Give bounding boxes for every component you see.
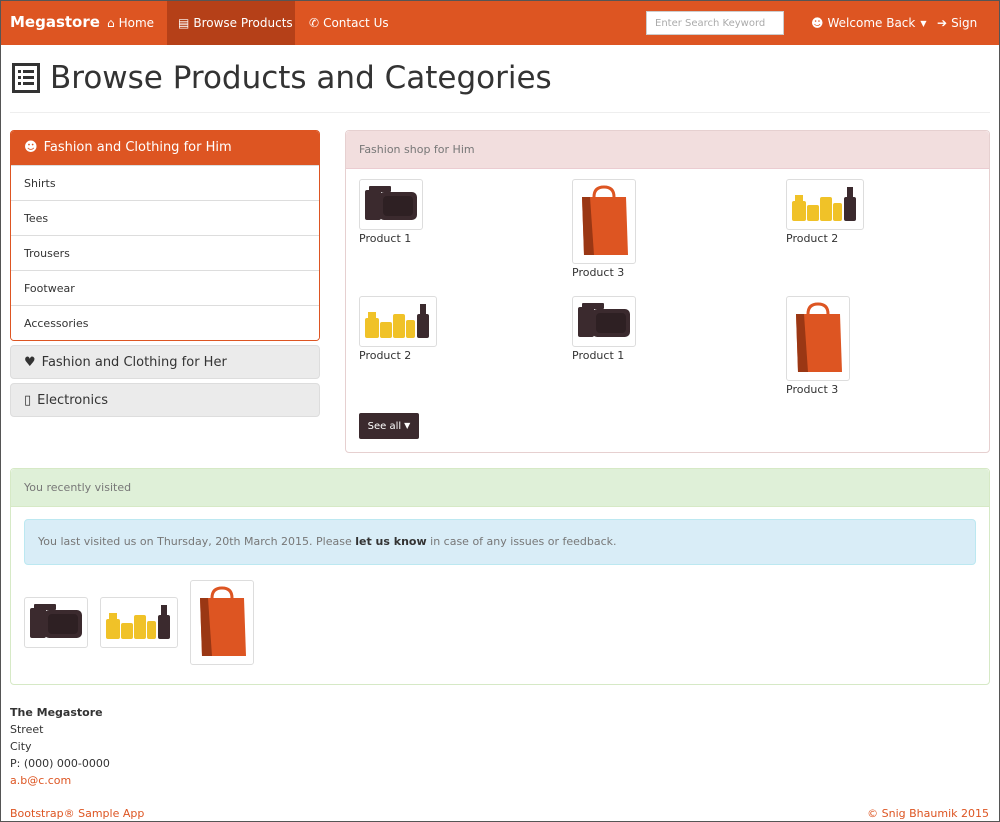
shopping-bag-icon [796,302,842,372]
product-name[interactable]: Product 3 [572,266,636,279]
recent-item-thumbnail[interactable] [190,580,254,665]
caret-down-icon: ▼ [920,18,927,28]
footer-phone: P: (000) 000-0000 [10,757,110,770]
recent-panel: You recently visited You last visited us… [10,468,990,685]
subcategory-item-footwear[interactable]: Footwear [11,270,319,305]
login-icon: ➔ [937,16,948,30]
footer-company: The Megastore [10,706,103,719]
footer-address: The Megastore Street City P: (000) 000-0… [10,704,110,789]
product-card[interactable]: Product 2 [359,296,437,362]
category-label-him: Fashion and Clothing for Him [43,140,232,155]
recent-item-thumbnail[interactable] [24,597,88,648]
footer-email-link[interactable]: a.b@c.com [10,772,110,789]
product-name[interactable]: Product 1 [359,232,423,245]
caret-down-icon: ▼ [404,421,411,430]
category-label-electronics: Electronics [37,393,109,408]
subcategory-item-shirts[interactable]: Shirts [11,165,319,200]
category-header-her[interactable]: ♥ Fashion and Clothing for Her [10,345,320,379]
product-name[interactable]: Product 1 [572,349,636,362]
product-card[interactable]: Product 3 [786,296,850,396]
product-name[interactable]: Product 2 [786,232,864,245]
gift-icon: ▤ [178,16,190,30]
footer-street: Street [10,723,44,736]
product-thumbnail[interactable] [359,296,437,347]
product-thumbnail[interactable] [572,296,636,347]
alert-text-prefix: You last visited us on Thursday, 20th Ma… [38,535,356,548]
shop-panel-heading: Fashion shop for Him [346,131,989,169]
welcome-dropdown[interactable]: ☻ Welcome Back ▼ [801,1,937,45]
bottles-icon [365,304,429,338]
search-input[interactable] [646,11,784,35]
see-all-button[interactable]: See all ▼ [359,413,419,439]
list-icon [12,63,40,93]
shopping-bag-icon [200,586,246,656]
phone-device-icon: ▯ [24,393,32,408]
camera-bag-icon [365,186,417,220]
user-icon: ☻ [24,140,38,155]
product-name[interactable]: Product 2 [359,349,437,362]
nav-home[interactable]: ⌂ Home [97,1,164,45]
product-thumbnail[interactable] [572,179,636,264]
bottles-icon [106,605,170,639]
camera-bag-icon [30,604,82,638]
subcategory-item-trousers[interactable]: Trousers [11,235,319,270]
category-panel-him: ☻ Fashion and Clothing for Him Shirts Tee… [10,130,320,341]
footer-city: City [10,740,32,753]
nav-contact-label: Contact Us [323,16,389,30]
shop-panel: Fashion shop for Him Product 1 Product 3 [345,130,990,453]
product-thumbnail[interactable] [786,179,864,230]
welcome-label: Welcome Back [827,16,916,30]
camera-bag-icon [578,303,630,337]
category-accordion: ☻ Fashion and Clothing for Him Shirts Tee… [10,130,320,417]
brand-link[interactable]: Megastore [10,13,100,31]
product-name[interactable]: Product 3 [786,383,850,396]
footer-credit-link[interactable]: Bootstrap® Sample App [10,807,144,820]
alert-text-suffix: in case of any issues or feedback. [426,535,617,548]
subcategory-item-accessories[interactable]: Accessories [11,305,319,340]
user-icon: ☻ [811,16,824,30]
nav-contact-us[interactable]: ✆ Contact Us [299,1,399,45]
subcategory-list: Shirts Tees Trousers Footwear Accessorie… [11,165,319,340]
category-label-her: Fashion and Clothing for Her [41,355,227,370]
signin-link[interactable]: ➔ Sign In [927,1,999,74]
footer-copyright: © Snig Bhaumik 2015 [867,807,989,820]
nav-browse-products[interactable]: ▤ Browse Products [167,1,295,45]
nav-browse-label: Browse Products [193,16,293,30]
product-card[interactable]: Product 2 [786,179,864,245]
subcategory-item-tees[interactable]: Tees [11,200,319,235]
nav-home-label: Home [118,16,155,30]
shopping-bag-icon [582,185,628,255]
see-all-label: See all [367,421,402,432]
category-header-electronics[interactable]: ▯ Electronics [10,383,320,417]
navbar: Megastore ⌂ Home ▤ Browse Products ✆ Contac… [1,1,999,74]
home-icon: ⌂ [107,16,115,30]
product-thumbnail[interactable] [359,179,423,230]
recent-panel-heading: You recently visited [11,469,989,507]
heart-icon: ♥ [24,355,36,370]
last-visit-alert: You last visited us on Thursday, 20th Ma… [24,519,976,565]
category-header-him[interactable]: ☻ Fashion and Clothing for Him [11,131,319,165]
product-card[interactable]: Product 1 [572,296,636,362]
product-card[interactable]: Product 1 [359,179,423,245]
let-us-know-link[interactable]: let us know [355,535,426,548]
bottles-icon [792,187,856,221]
product-card[interactable]: Product 3 [572,179,636,279]
recent-item-thumbnail[interactable] [100,597,178,648]
page-title: Browse Products and Categories [50,60,552,96]
product-thumbnail[interactable] [786,296,850,381]
page-header: Browse Products and Categories [10,57,990,113]
phone-icon: ✆ [309,16,320,30]
